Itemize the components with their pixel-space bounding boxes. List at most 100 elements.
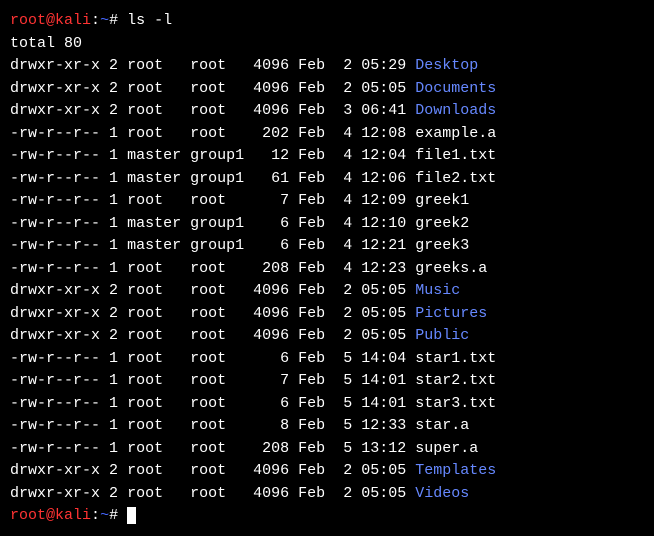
link-count: 1 [109,125,118,142]
month: Feb [298,282,325,299]
size: 4096 [253,57,289,74]
directory-name: Music [415,282,460,299]
file-row: drwxr-xr-x 2 root root 4096 Feb 2 05:05 … [10,460,644,483]
terminal-output[interactable]: root@kali:~# ls -l total 80 drwxr-xr-x 2… [10,10,644,528]
group: root [190,462,244,479]
group: root [190,350,244,367]
file-row: -rw-r--r-- 1 root root 202 Feb 4 12:08 e… [10,123,644,146]
file-name: file1.txt [415,147,496,164]
file-row: -rw-r--r-- 1 master group1 6 Feb 4 12:10… [10,213,644,236]
permissions: drwxr-xr-x [10,305,100,322]
month: Feb [298,327,325,344]
group: root [190,57,244,74]
owner: root [127,462,181,479]
day: 4 [334,237,352,254]
file-row: -rw-r--r-- 1 root root 6 Feb 5 14:01 sta… [10,393,644,416]
day: 2 [334,305,352,322]
owner: master [127,170,181,187]
owner: root [127,440,181,457]
file-row: -rw-r--r-- 1 master group1 6 Feb 4 12:21… [10,235,644,258]
group: root [190,440,244,457]
day: 5 [334,372,352,389]
prompt-user: root [10,507,46,524]
time: 13:12 [361,440,406,457]
permissions: drwxr-xr-x [10,462,100,479]
owner: root [127,395,181,412]
file-row: -rw-r--r-- 1 root root 6 Feb 5 14:04 sta… [10,348,644,371]
day: 4 [334,192,352,209]
month: Feb [298,57,325,74]
file-row: drwxr-xr-x 2 root root 4096 Feb 2 05:05 … [10,280,644,303]
file-row: -rw-r--r-- 1 master group1 61 Feb 4 12:0… [10,168,644,191]
day: 4 [334,215,352,232]
file-row: -rw-r--r-- 1 root root 7 Feb 4 12:09 gre… [10,190,644,213]
time: 12:06 [361,170,406,187]
file-name: star1.txt [415,350,496,367]
day: 2 [334,462,352,479]
file-name: greek1 [415,192,469,209]
link-count: 2 [109,57,118,74]
day: 5 [334,440,352,457]
file-name: greek2 [415,215,469,232]
prompt-line-2: root@kali:~# [10,505,644,528]
month: Feb [298,462,325,479]
group: root [190,372,244,389]
directory-name: Pictures [415,305,487,322]
size: 7 [253,372,289,389]
file-row: drwxr-xr-x 2 root root 4096 Feb 2 05:05 … [10,483,644,506]
month: Feb [298,215,325,232]
day: 4 [334,260,352,277]
link-count: 2 [109,327,118,344]
prompt-path: ~ [100,507,109,524]
permissions: -rw-r--r-- [10,350,100,367]
time: 05:05 [361,485,406,502]
time: 12:21 [361,237,406,254]
size: 4096 [253,305,289,322]
size: 6 [253,237,289,254]
size: 4096 [253,80,289,97]
owner: root [127,305,181,322]
size: 8 [253,417,289,434]
directory-name: Templates [415,462,496,479]
link-count: 1 [109,147,118,164]
directory-name: Desktop [415,57,478,74]
prompt-hash: # [109,507,118,524]
link-count: 1 [109,237,118,254]
prompt-host: kali [55,507,91,524]
permissions: drwxr-xr-x [10,57,100,74]
link-count: 1 [109,192,118,209]
month: Feb [298,372,325,389]
link-count: 2 [109,282,118,299]
link-count: 1 [109,170,118,187]
prompt-at: @ [46,507,55,524]
day: 4 [334,147,352,164]
group: root [190,260,244,277]
link-count: 1 [109,215,118,232]
group: group1 [190,237,244,254]
prompt-path: ~ [100,12,109,29]
time: 06:41 [361,102,406,119]
link-count: 2 [109,462,118,479]
link-count: 2 [109,305,118,322]
time: 12:08 [361,125,406,142]
prompt-host: kali [55,12,91,29]
size: 6 [253,395,289,412]
month: Feb [298,237,325,254]
file-row: drwxr-xr-x 2 root root 4096 Feb 3 06:41 … [10,100,644,123]
group: root [190,305,244,322]
command-text: ls -l [127,12,172,29]
permissions: -rw-r--r-- [10,237,100,254]
owner: root [127,260,181,277]
time: 05:05 [361,462,406,479]
time: 12:04 [361,147,406,164]
time: 14:01 [361,372,406,389]
cursor [127,507,136,524]
month: Feb [298,440,325,457]
owner: root [127,125,181,142]
link-count: 1 [109,440,118,457]
prompt-hash: # [109,12,118,29]
link-count: 1 [109,350,118,367]
permissions: -rw-r--r-- [10,125,100,142]
group: root [190,417,244,434]
group: root [190,192,244,209]
